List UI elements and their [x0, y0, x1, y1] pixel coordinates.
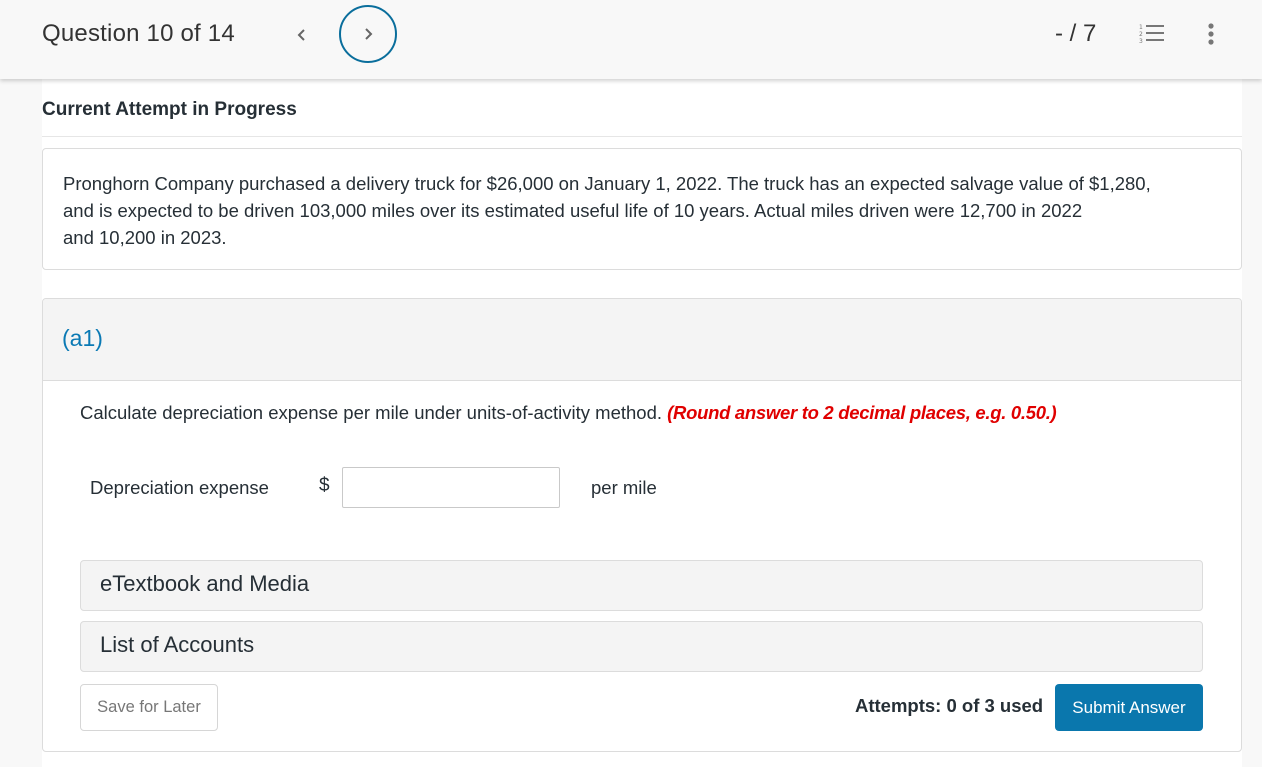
expander-label: List of Accounts	[100, 632, 255, 657]
part-instruction: Calculate depreciation expense per mile …	[80, 402, 1057, 424]
question-score: - / 7	[1055, 20, 1097, 47]
list-of-accounts-expander[interactable]: List of Accounts	[80, 621, 1203, 672]
part-label: (a1)	[62, 325, 103, 351]
etextbook-media-expander[interactable]: eTextbook and Media	[80, 560, 1203, 611]
divider	[42, 136, 1242, 137]
save-for-later-button[interactable]: Save for Later	[80, 684, 218, 731]
currency-symbol: $	[319, 475, 330, 496]
submit-answer-button[interactable]: Submit Answer	[1055, 684, 1203, 731]
problem-line: Pronghorn Company purchased a delivery t…	[63, 173, 1151, 194]
more-vertical-icon	[1208, 23, 1214, 45]
attempt-heading: Current Attempt in Progress	[42, 99, 297, 120]
numbered-list-icon: 1 2 3	[1139, 24, 1164, 45]
question-part: (a1) Calculate depreciation expense per …	[42, 298, 1242, 752]
attempts-counter: Attempts: 0 of 3 used	[855, 695, 1044, 716]
chevron-right-icon	[365, 28, 373, 40]
question-list-button[interactable]: 1 2 3	[1139, 23, 1165, 45]
problem-line: and 10,200 in 2023.	[63, 227, 227, 248]
more-options-button[interactable]	[1203, 22, 1219, 46]
rounding-hint: (Round answer to 2 decimal places, e.g. …	[667, 402, 1057, 423]
depreciation-expense-input[interactable]	[342, 467, 560, 508]
part-header: (a1)	[43, 299, 1241, 381]
question-header: Question 10 of 14 - / 7 1 2 3	[0, 0, 1262, 79]
svg-text:1: 1	[1139, 24, 1143, 31]
question-content: Current Attempt in Progress Pronghorn Co…	[42, 79, 1242, 767]
problem-statement: Pronghorn Company purchased a delivery t…	[42, 148, 1242, 270]
problem-line: and is expected to be driven 103,000 mil…	[63, 200, 1083, 221]
depreciation-expense-label: Depreciation expense	[90, 477, 269, 498]
instruction-text: Calculate depreciation expense per mile …	[80, 402, 663, 423]
next-question-button[interactable]	[339, 5, 397, 63]
previous-question-button[interactable]	[288, 18, 316, 52]
question-position: Question 10 of 14	[42, 20, 235, 47]
expander-label: eTextbook and Media	[100, 571, 310, 596]
chevron-left-icon	[297, 29, 305, 41]
svg-text:2: 2	[1139, 31, 1143, 38]
svg-text:3: 3	[1139, 38, 1143, 43]
unit-label: per mile	[591, 477, 657, 498]
